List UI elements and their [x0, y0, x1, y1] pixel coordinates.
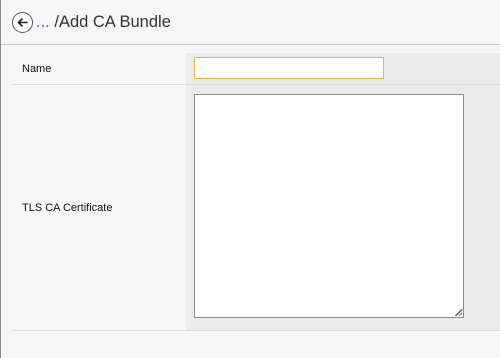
tls-ca-certificate-value-cell	[186, 85, 500, 330]
add-ca-bundle-form: Name TLS CA Certificate	[12, 53, 500, 331]
tls-ca-certificate-row: TLS CA Certificate	[12, 85, 500, 330]
breadcrumb: ... /Add CA Bundle	[36, 11, 171, 33]
breadcrumb-parent-link[interactable]: ...	[36, 13, 50, 31]
page-header: ... /Add CA Bundle	[1, 0, 500, 45]
tls-ca-certificate-textarea[interactable]	[194, 94, 464, 318]
name-value-cell	[186, 53, 500, 84]
back-button[interactable]	[12, 12, 33, 33]
name-input[interactable]	[194, 57, 384, 79]
name-row: Name	[12, 53, 500, 85]
page-title: Add CA Bundle	[58, 13, 171, 31]
name-label: Name	[12, 53, 186, 84]
back-arrow-icon	[17, 18, 28, 27]
window-left-border	[0, 0, 1, 358]
tls-ca-certificate-label: TLS CA Certificate	[12, 85, 186, 330]
